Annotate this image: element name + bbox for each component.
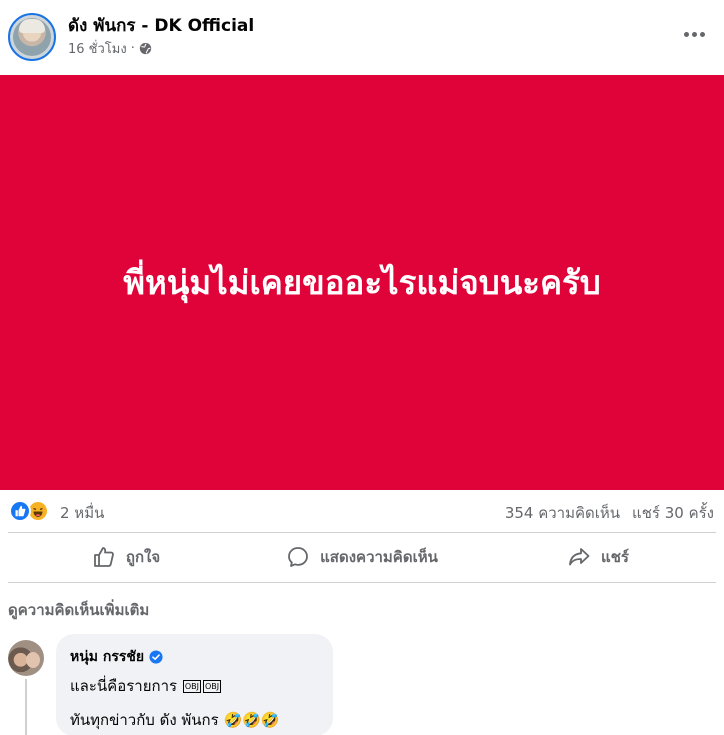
dot-icon [699,31,705,37]
share-button[interactable]: แชร์ [480,534,716,580]
share-icon [569,548,590,566]
reaction-icons[interactable] [9,500,49,522]
dot-icon [683,31,689,37]
meta-separator: · [130,41,135,56]
rofl-emoji-icon: 🤣🤣🤣 [223,711,280,729]
comment-text-line-2: ทันทุกข่าวกับ ดัง พันกร 🤣🤣🤣 [70,708,319,732]
comment-text-line-1: และนี่คือรายการ OBJ OBJ [70,674,319,698]
post-time[interactable]: 16 ชั่วโมง [68,38,127,59]
like-button[interactable]: ถูกใจ [8,534,244,580]
verified-badge-icon [149,650,163,664]
comment-icon [288,547,309,567]
comment-text: ทันทุกข่าวกับ ดัง พันกร [70,711,219,729]
comment-bubble: หนุ่ม กรรชัย และนี่คือรายการ OBJ OBJ ทันท… [56,634,333,735]
page-name[interactable]: ดัง พันกร - DK Official [68,12,254,39]
reaction-count[interactable]: 2 หมื่น [60,501,104,525]
comment-item: หนุ่ม กรรชัย และนี่คือรายการ OBJ OBJ ทันท… [0,632,724,735]
comment-button[interactable]: แสดงความคิดเห็น [244,534,480,580]
share-label: แชร์ [601,548,629,566]
like-icon [93,547,114,567]
thread-line [25,679,27,735]
globe-icon[interactable] [139,42,152,55]
share-count[interactable]: แชร์ 30 ครั้ง [632,501,714,525]
divider [8,582,716,583]
comment-text: และนี่คือรายการ [70,677,178,695]
object-placeholder-glyph: OBJ [202,680,222,693]
divider [8,532,716,533]
comment-label: แสดงความคิดเห็น [320,548,438,566]
dot-icon [691,31,697,37]
commenter-name-row: หนุ่ม กรรชัย [70,646,319,668]
commenter-avatar[interactable] [8,640,44,676]
engagement-stats: 354 ความคิดเห็น แชร์ 30 ครั้ง [505,501,714,525]
comment-count[interactable]: 354 ความคิดเห็น [505,501,620,525]
action-bar: ถูกใจ แสดงความคิดเห็น แชร์ [8,534,716,580]
page-avatar[interactable] [8,13,56,61]
view-more-comments-link[interactable]: ดูความคิดเห็นเพิ่มเติม [8,598,149,622]
post-header: ดัง พันกร - DK Official 16 ชั่วโมง · [0,0,724,75]
post-image[interactable]: พี่หนุ่มไม่เคยขออะไรแม่จบนะครับ [0,75,724,490]
like-reaction-icon [9,500,31,522]
post-meta: 16 ชั่วโมง · [68,38,152,59]
object-placeholder-glyph: OBJ [182,680,201,693]
like-label: ถูกใจ [125,548,161,566]
more-options-button[interactable] [676,20,712,48]
commenter-name[interactable]: หนุ่ม กรรชัย [70,646,144,668]
post-image-text: พี่หนุ่มไม่เคยขออะไรแม่จบนะครับ [123,262,601,302]
stats-row: 2 หมื่น 354 ความคิดเห็น แชร์ 30 ครั้ง [0,491,724,531]
